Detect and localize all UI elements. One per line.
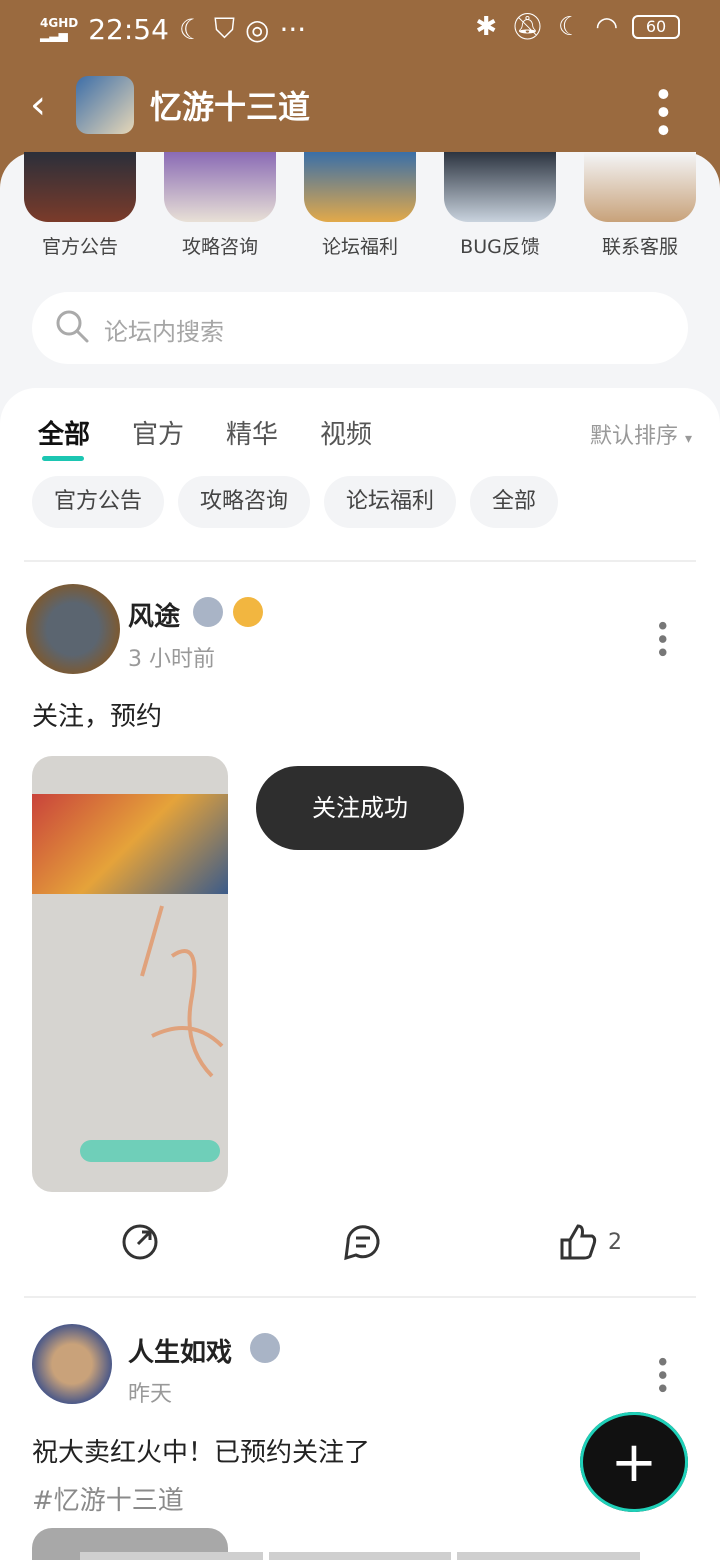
tab-all[interactable]: 全部 [38,414,90,461]
post-text: 祝大卖红火中！已预约关注了 [32,1438,371,1468]
post-actions: 2 [0,1222,720,1272]
post-time: 3 小时前 [128,647,215,672]
post-screenshot-image[interactable] [32,756,228,1192]
chip-official-notice[interactable]: 官方公告 [32,476,165,528]
shortcut-official-notice[interactable]: 官方公告 [20,152,140,259]
game-banner-image [32,794,228,894]
new-post-button[interactable]: + [580,1412,688,1512]
post-more-icon[interactable]: ••• [646,618,676,658]
handwriting-scribble [140,905,224,1078]
page-title: 忆游十三道 [150,88,311,126]
post-author[interactable]: 风途 [128,596,180,633]
shortcut-image [304,152,416,222]
like-button[interactable]: 2 [558,1222,622,1262]
shortcut-strategy[interactable]: 攻略咨询 [160,152,280,259]
divider [24,560,696,562]
share-icon [122,1224,158,1260]
chip-forum-welfare[interactable]: 论坛福利 [324,476,457,528]
post-time: 昨天 [128,1382,173,1407]
toast-message: 关注成功 [256,766,464,850]
signal-bars-icon: ▂▃▅ [40,28,68,42]
weibo-icon: ◎ [245,12,270,46]
bottom-image-strip [80,1552,641,1560]
bluetooth-icon: ✱ [475,12,497,42]
moon-icon: ☾ [178,12,205,46]
comment-button[interactable] [342,1222,384,1262]
post-author[interactable]: 人生如戏 [128,1332,232,1369]
shortcut-contact-service[interactable]: 联系客服 [580,152,700,259]
comment-icon [344,1225,380,1261]
open-button-image [80,1140,220,1162]
status-time: 22:54 [88,12,169,46]
avatar[interactable] [26,584,120,674]
shield-icon: ⛉ [214,12,236,45]
tab-official[interactable]: 官方 [132,414,184,451]
shortcut-bug-report[interactable]: BUG反馈 [440,152,560,259]
tab-featured[interactable]: 精华 [226,414,278,451]
search-input[interactable]: 论坛内搜索 [32,292,688,364]
tab-video[interactable]: 视频 [320,414,372,451]
user-level-badge-icon [193,597,223,627]
shortcut-label: BUG反馈 [460,236,540,258]
shortcut-label: 攻略咨询 [181,236,258,258]
signal-indicator: 4GHD ▂▃▅ [40,17,78,41]
shortcut-image [444,152,556,222]
game-avatar[interactable] [76,76,134,134]
shortcut-image [24,152,136,222]
caret-down-icon: ▾ [684,431,692,447]
battery-icon: 60 [632,15,680,39]
nav-bar: ‹ 忆游十三道 ••• [0,70,720,140]
shortcut-image [164,152,276,222]
thumbs-up-icon [560,1224,597,1260]
shortcut-label: 联系客服 [601,236,678,258]
chip-all[interactable]: 全部 [470,476,559,528]
shortcut-forum-welfare[interactable]: 论坛福利 [300,152,420,259]
chip-strategy[interactable]: 攻略咨询 [178,476,311,528]
plus-icon: + [610,1429,658,1495]
mute-icon: 🔕︎ [510,12,544,42]
post-text: 关注，预约 [32,702,163,732]
status-bar: 4GHD ▂▃▅ 22:54 ☾ ⛉ ◎ ··· ✱ 🔕︎ ☾ ◠ 60 [0,0,720,60]
like-count: 2 [608,1229,622,1255]
sort-label: 默认排序 [589,424,678,449]
share-button[interactable] [120,1222,160,1262]
sort-dropdown[interactable]: 默认排序 ▾ [590,418,692,450]
search-placeholder: 论坛内搜索 [104,318,224,346]
dnd-moon-icon: ☾ [558,12,582,42]
more-status-icon: ··· [279,12,307,46]
user-level-badge-icon [250,1333,280,1363]
post-more-icon[interactable]: ••• [646,1354,676,1394]
divider [24,1296,696,1298]
post-hashtag[interactable]: #忆游十三道 [32,1480,184,1517]
category-chips: 官方公告 攻略咨询 论坛福利 全部 [32,476,559,528]
avatar[interactable] [32,1324,112,1404]
back-arrow-icon[interactable]: ‹ [30,82,46,128]
search-icon [56,310,89,343]
more-menu-icon[interactable]: ••• [642,84,682,138]
shortcut-label: 论坛福利 [321,236,398,258]
wifi-icon: ◠ [595,12,618,42]
tab-bar: 全部 官方 精华 视频 [38,414,372,461]
shortcut-label: 官方公告 [41,236,118,258]
shortcut-image [584,152,696,222]
verified-badge-icon [233,597,263,627]
